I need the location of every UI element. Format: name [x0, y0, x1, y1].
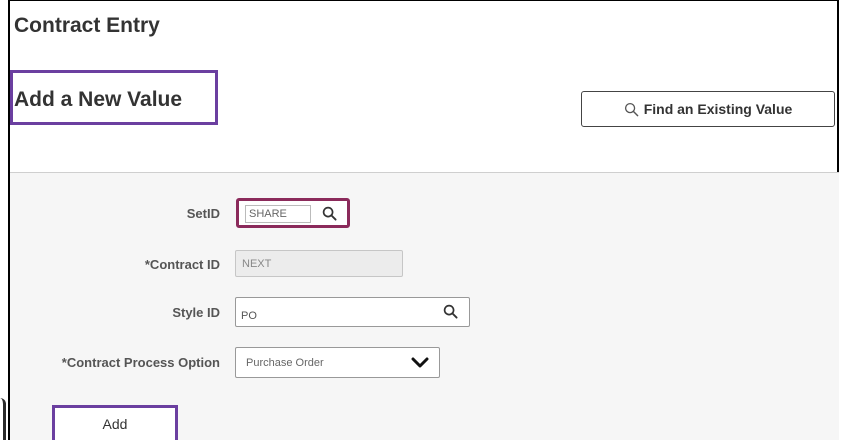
contract-id-input[interactable]: [235, 250, 403, 277]
magnifier-icon: [624, 102, 639, 116]
find-existing-value-button[interactable]: Find an Existing Value: [581, 91, 835, 127]
contract-process-option-select[interactable]: Purchase Order: [235, 347, 440, 378]
style-id-label: Style ID: [172, 305, 220, 320]
style-id-lookup-icon[interactable]: [443, 304, 458, 319]
page-title: Contract Entry: [14, 14, 160, 37]
chevron-down-icon: [411, 357, 429, 367]
style-id-input[interactable]: [241, 303, 421, 329]
find-existing-value-label: Find an Existing Value: [643, 101, 793, 117]
setid-input[interactable]: [245, 205, 311, 223]
contract-process-option-value: Purchase Order: [246, 356, 324, 369]
setid-field[interactable]: [236, 198, 350, 228]
setid-lookup-icon[interactable]: [322, 206, 337, 221]
setid-label: SetID: [186, 206, 220, 221]
add-button-label: Add: [102, 416, 128, 432]
add-button[interactable]: Add: [52, 405, 178, 440]
style-id-field[interactable]: [235, 297, 470, 329]
contract-id-label: *Contract ID: [144, 257, 220, 272]
page-edge-mark: [0, 398, 6, 440]
add-new-value-heading: Add a New Value: [14, 88, 183, 111]
contract-process-option-label: *Contract Process Option: [61, 355, 220, 370]
